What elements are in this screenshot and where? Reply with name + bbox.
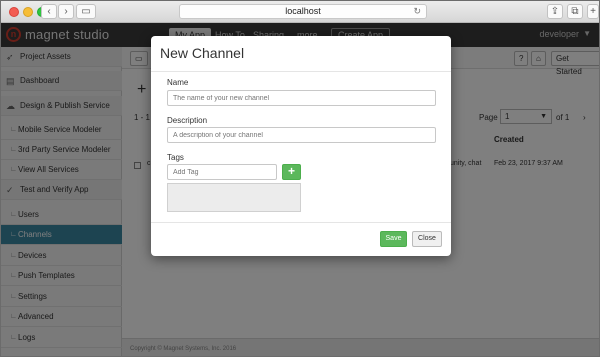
- browser-window: ‹ › ▭ localhost ↻ ⇪ ⧉ + n magnet studio …: [0, 0, 600, 357]
- new-channel-modal: New Channel Name Description Tags + Save…: [151, 36, 451, 256]
- plus-icon: +: [287, 164, 295, 178]
- reload-icon[interactable]: ↻: [413, 5, 421, 18]
- new-tab-button[interactable]: +: [587, 4, 599, 19]
- name-label: Name: [167, 78, 189, 87]
- tabs-button[interactable]: ⧉: [567, 4, 583, 19]
- close-button[interactable]: Close: [412, 231, 442, 247]
- channel-name-input[interactable]: [167, 90, 436, 106]
- add-tag-button[interactable]: +: [282, 164, 301, 180]
- description-label: Description: [167, 116, 208, 125]
- share-button[interactable]: ⇪: [547, 4, 563, 19]
- minimize-window-icon[interactable]: [23, 7, 33, 17]
- close-window-icon[interactable]: [9, 7, 19, 17]
- tabs-icon: ⧉: [571, 6, 579, 17]
- chevron-left-icon: ‹: [47, 6, 51, 17]
- sidebar-toggle-button[interactable]: ▭: [76, 4, 96, 19]
- divider: [151, 71, 451, 72]
- address-bar[interactable]: localhost ↻: [179, 4, 427, 19]
- channel-description-input[interactable]: [167, 127, 436, 143]
- share-icon: ⇪: [550, 6, 560, 17]
- tag-input[interactable]: [167, 164, 277, 180]
- tag-list: [167, 183, 301, 212]
- browser-toolbar: ‹ › ▭ localhost ↻ ⇪ ⧉ +: [1, 1, 599, 23]
- tags-label: Tags: [167, 153, 184, 162]
- save-button[interactable]: Save: [380, 231, 407, 247]
- divider: [151, 222, 451, 223]
- modal-title: New Channel: [160, 45, 245, 61]
- back-button[interactable]: ‹: [41, 4, 57, 19]
- plus-icon: +: [590, 6, 596, 17]
- forward-button[interactable]: ›: [58, 4, 74, 19]
- chevron-right-icon: ›: [64, 6, 68, 17]
- url-text: localhost: [285, 6, 321, 16]
- sidebar-icon: ▭: [81, 6, 91, 17]
